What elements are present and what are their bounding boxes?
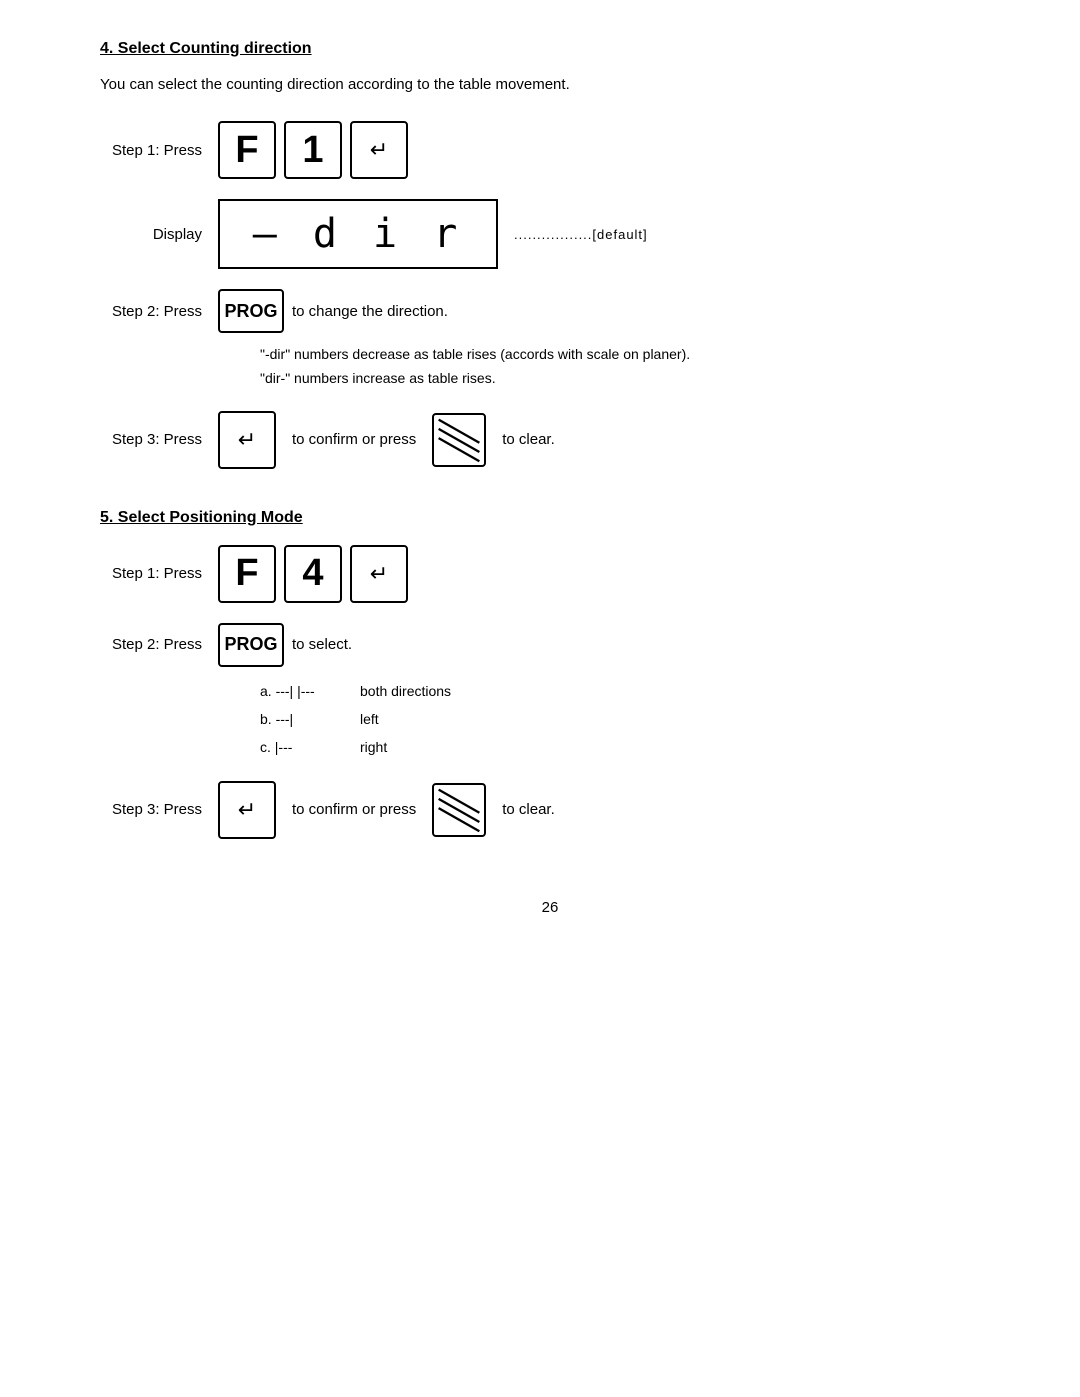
section4-title: 4. Select Counting direction [100, 40, 1000, 58]
section5-step3-clear: to clear. [502, 801, 555, 818]
section4-note2: "dir-" numbers increase as table rises. [260, 367, 1000, 391]
section5-options: a. ---| |--- both directions b. ---| lef… [260, 677, 1000, 761]
section5-step3-row: Step 3: Press ↵ to confirm or press to c… [100, 781, 1000, 839]
key-enter-2: ↵ [218, 411, 276, 469]
section5-title: 5. Select Positioning Mode [100, 509, 1000, 527]
section5-step2-row: Step 2: Press PROG to select. [100, 623, 1000, 667]
option-a-desc: both directions [360, 677, 451, 705]
section5-step1-label: Step 1: Press [100, 565, 210, 582]
section5-step2-text: to select. [292, 636, 352, 653]
list-item: c. |--- right [260, 733, 1000, 761]
section4: 4. Select Counting direction You can sel… [100, 40, 1000, 469]
section4-note1: "-dir" numbers decrease as table rises (… [260, 343, 1000, 367]
option-b-desc: left [360, 705, 379, 733]
section4-display-box: — d i r [218, 199, 498, 269]
key-enter-3: ↵ [350, 545, 408, 603]
key-clear-1 [432, 413, 486, 467]
section4-step1-label: Step 1: Press [100, 142, 210, 159]
section4-step3-label: Step 3: Press [100, 431, 210, 448]
section4-step3-clear: to clear. [502, 431, 555, 448]
option-c-desc: right [360, 733, 387, 761]
section4-step3-confirm: to confirm or press [292, 431, 416, 448]
section4-step2-row: Step 2: Press PROG to change the directi… [100, 289, 1000, 333]
section5: 5. Select Positioning Mode Step 1: Press… [100, 509, 1000, 839]
key-4: 4 [284, 545, 342, 603]
list-item: a. ---| |--- both directions [260, 677, 1000, 705]
section4-step3-row: Step 3: Press ↵ to confirm or press to c… [100, 411, 1000, 469]
section4-desc: You can select the counting direction ac… [100, 76, 1000, 93]
key-prog-2: PROG [218, 623, 284, 667]
list-item: b. ---| left [260, 705, 1000, 733]
key-prog-1: PROG [218, 289, 284, 333]
section4-step2-label: Step 2: Press [100, 303, 210, 320]
section4-display-row: Display — d i r .................[defaul… [100, 199, 1000, 269]
option-a-code: a. ---| |--- [260, 677, 340, 705]
section4-display-value: — d i r [253, 211, 464, 257]
page-number: 26 [100, 899, 1000, 916]
section4-step1-row: Step 1: Press F 1 ↵ [100, 121, 1000, 179]
key-f-2: F [218, 545, 276, 603]
section5-step1-row: Step 1: Press F 4 ↵ [100, 545, 1000, 603]
key-clear-2 [432, 783, 486, 837]
section4-display-label: Display [100, 226, 210, 243]
key-enter-1: ↵ [350, 121, 408, 179]
key-1: 1 [284, 121, 342, 179]
section5-step2-label: Step 2: Press [100, 636, 210, 653]
section4-step2-text: to change the direction. [292, 303, 448, 320]
section5-step3-label: Step 3: Press [100, 801, 210, 818]
option-b-code: b. ---| [260, 705, 340, 733]
prog-label-2: PROG [224, 634, 277, 655]
prog-label-1: PROG [224, 301, 277, 322]
option-c-code: c. |--- [260, 733, 340, 761]
key-f-1: F [218, 121, 276, 179]
section4-default-text: .................[default] [514, 227, 648, 242]
section4-notes: "-dir" numbers decrease as table rises (… [260, 343, 1000, 391]
section5-step3-confirm: to confirm or press [292, 801, 416, 818]
key-enter-4: ↵ [218, 781, 276, 839]
